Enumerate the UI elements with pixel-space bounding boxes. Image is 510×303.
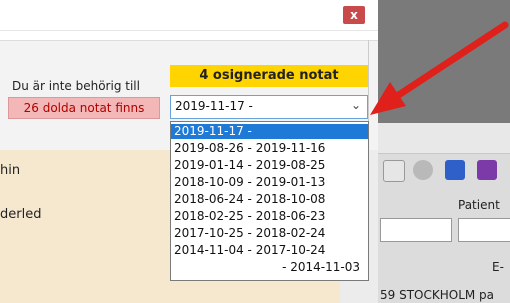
book-icon[interactable]: [477, 160, 497, 180]
dropdown-item[interactable]: 2019-01-14 - 2019-08-25: [171, 158, 368, 173]
dropdown-item[interactable]: - 2014-11-03: [171, 260, 368, 275]
user-icon[interactable]: [413, 160, 433, 180]
dropdown-item[interactable]: 2019-11-17 -: [171, 124, 368, 139]
dropdown-item[interactable]: 2014-11-04 - 2017-10-24: [171, 243, 368, 258]
toolbar-icons: [383, 158, 508, 186]
dropdown-item[interactable]: 2018-10-09 - 2019-01-13: [171, 175, 368, 190]
red-arrow-icon: [370, 21, 509, 115]
patient-field[interactable]: [458, 218, 510, 242]
address-text: 59 STOCKHOLM pa: [380, 288, 495, 302]
patient-label: Patient: [458, 198, 500, 212]
hidden-notes-badge[interactable]: 26 dolda notat finns: [8, 97, 160, 119]
dropdown-item[interactable]: 2017-10-25 - 2018-02-24: [171, 226, 368, 241]
period-select[interactable]: 2019-11-17 - ⌄: [170, 95, 368, 119]
dialog-titlebar: [0, 0, 378, 31]
not-authorized-label: Du är inte behörig till: [12, 79, 140, 93]
period-select-value: 2019-11-17 -: [175, 99, 253, 113]
unsigned-notes-banner[interactable]: 4 osignerade notat: [170, 65, 368, 87]
card-icon[interactable]: [445, 160, 465, 180]
dropdown-item[interactable]: 2018-06-24 - 2018-10-08: [171, 192, 368, 207]
dropdown-item[interactable]: 2018-02-25 - 2018-06-23: [171, 209, 368, 224]
dropdown-item[interactable]: 2019-08-26 - 2019-11-16: [171, 141, 368, 156]
period-dropdown-list: 2019-11-17 - 2019-08-26 - 2019-11-16 201…: [170, 121, 369, 281]
column-header: E-: [492, 260, 504, 274]
side-text: derled: [0, 207, 42, 222]
text-field[interactable]: [380, 218, 452, 242]
side-text: hin: [0, 163, 21, 178]
chart-icon[interactable]: [383, 160, 405, 182]
